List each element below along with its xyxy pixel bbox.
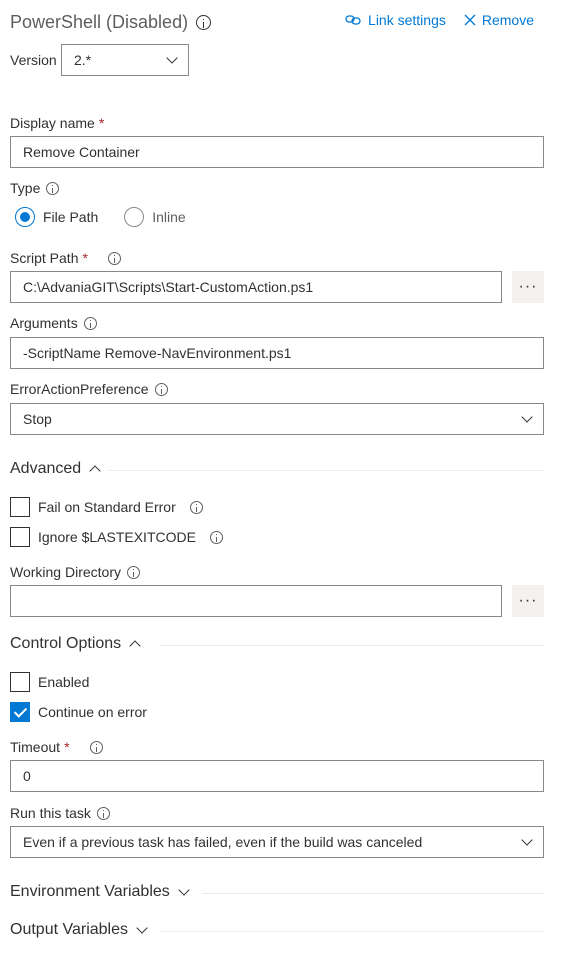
section-divider xyxy=(160,931,544,932)
type-label-text: Type xyxy=(10,180,41,196)
version-label: Version xyxy=(10,52,57,68)
chevron-down-icon xyxy=(166,52,178,64)
display-name-label-text: Display name xyxy=(10,115,95,131)
advanced-section-header[interactable]: Advanced xyxy=(10,460,101,478)
link-settings-label: Link settings xyxy=(368,12,446,28)
timeout-label: Timeout * xyxy=(10,739,103,755)
task-title: PowerShell (Disabled) xyxy=(10,12,212,33)
info-icon[interactable] xyxy=(127,565,140,579)
script-path-input[interactable]: C:\AdvaniaGIT\Scripts\Start-CustomAction… xyxy=(10,271,502,303)
browse-directory-button[interactable]: ··· xyxy=(512,585,544,617)
ignore-lastexitcode-checkbox[interactable]: Ignore $LASTEXITCODE xyxy=(10,527,223,547)
run-this-task-label-text: Run this task xyxy=(10,805,91,821)
checkbox-unchecked-icon xyxy=(10,497,30,517)
close-icon xyxy=(464,14,476,26)
run-this-task-dropdown[interactable]: Even if a previous task has failed, even… xyxy=(10,826,544,858)
arguments-label-text: Arguments xyxy=(10,315,78,331)
info-icon[interactable] xyxy=(196,15,212,30)
output-variables-title: Output Variables xyxy=(10,921,128,938)
type-radio-group: File Path Inline xyxy=(15,207,186,227)
radio-unselected-icon xyxy=(124,207,145,227)
timeout-label-text: Timeout xyxy=(10,739,61,755)
working-directory-input[interactable] xyxy=(10,585,502,617)
info-icon[interactable] xyxy=(96,806,110,820)
error-action-label-text: ErrorActionPreference xyxy=(10,381,149,397)
fail-on-stderr-label: Fail on Standard Error xyxy=(38,499,176,515)
ignore-lastexitcode-label: Ignore $LASTEXITCODE xyxy=(38,529,196,545)
fail-on-stderr-checkbox[interactable]: Fail on Standard Error xyxy=(10,497,203,517)
info-icon[interactable] xyxy=(154,382,168,396)
checkbox-unchecked-icon xyxy=(10,527,30,547)
advanced-title: Advanced xyxy=(10,460,82,477)
timeout-input[interactable]: 0 xyxy=(10,760,544,792)
info-icon[interactable] xyxy=(89,740,103,754)
remove-button[interactable]: Remove xyxy=(464,12,534,28)
header-actions: Link settings Remove xyxy=(345,12,534,28)
info-icon[interactable] xyxy=(83,316,97,330)
enabled-label: Enabled xyxy=(38,674,90,690)
chevron-down-icon xyxy=(136,922,148,934)
version-dropdown[interactable]: 2.* xyxy=(61,44,189,76)
required-marker: * xyxy=(64,739,70,755)
section-divider xyxy=(202,893,544,894)
working-directory-label-text: Working Directory xyxy=(10,564,121,580)
chevron-down-icon xyxy=(521,834,533,846)
chevron-up-icon xyxy=(89,465,101,477)
environment-variables-title: Environment Variables xyxy=(10,883,170,900)
chevron-down-icon xyxy=(178,884,190,896)
type-option-label: File Path xyxy=(43,209,99,225)
chevron-up-icon xyxy=(129,640,141,652)
chevron-down-icon xyxy=(521,411,533,423)
control-options-title: Control Options xyxy=(10,635,122,652)
script-path-label-text: Script Path xyxy=(10,250,79,266)
radio-selected-icon xyxy=(15,207,35,227)
remove-label: Remove xyxy=(481,12,534,28)
task-title-text: PowerShell (Disabled) xyxy=(10,12,189,32)
link-settings-button[interactable]: Link settings xyxy=(345,12,446,28)
type-label: Type xyxy=(10,180,60,196)
display-name-label: Display name * xyxy=(10,115,104,131)
error-action-label: ErrorActionPreference xyxy=(10,381,168,397)
info-icon[interactable] xyxy=(46,181,60,195)
info-icon[interactable] xyxy=(189,500,203,514)
link-icon xyxy=(345,15,361,25)
checkbox-checked-icon xyxy=(10,702,30,722)
section-divider xyxy=(160,645,544,646)
info-icon[interactable] xyxy=(209,530,223,544)
run-this-task-label: Run this task xyxy=(10,805,110,821)
environment-variables-section-header[interactable]: Environment Variables xyxy=(10,883,190,901)
continue-on-error-label: Continue on error xyxy=(38,704,147,720)
display-name-input[interactable]: Remove Container xyxy=(10,136,544,168)
working-directory-label: Working Directory xyxy=(10,564,140,580)
continue-on-error-checkbox[interactable]: Continue on error xyxy=(10,702,147,722)
required-marker: * xyxy=(98,115,105,131)
section-divider xyxy=(108,470,544,471)
error-action-dropdown[interactable]: Stop xyxy=(10,403,544,435)
checkbox-unchecked-icon xyxy=(10,672,30,692)
version-value: 2.* xyxy=(74,52,92,68)
script-path-label: Script Path * xyxy=(10,250,121,266)
browse-script-button[interactable]: ··· xyxy=(512,271,544,303)
type-option-file-path[interactable]: File Path xyxy=(15,207,98,227)
error-action-value: Stop xyxy=(23,411,52,427)
type-option-inline[interactable]: Inline xyxy=(124,207,186,227)
control-options-section-header[interactable]: Control Options xyxy=(10,635,141,653)
output-variables-section-header[interactable]: Output Variables xyxy=(10,921,148,939)
run-this-task-value: Even if a previous task has failed, even… xyxy=(23,834,423,850)
type-option-label: Inline xyxy=(152,209,186,225)
enabled-checkbox[interactable]: Enabled xyxy=(10,672,89,692)
info-icon[interactable] xyxy=(107,251,121,265)
arguments-label: Arguments xyxy=(10,315,97,331)
required-marker: * xyxy=(82,250,88,266)
arguments-input[interactable]: -ScriptName Remove-NavEnvironment.ps1 xyxy=(10,337,544,369)
